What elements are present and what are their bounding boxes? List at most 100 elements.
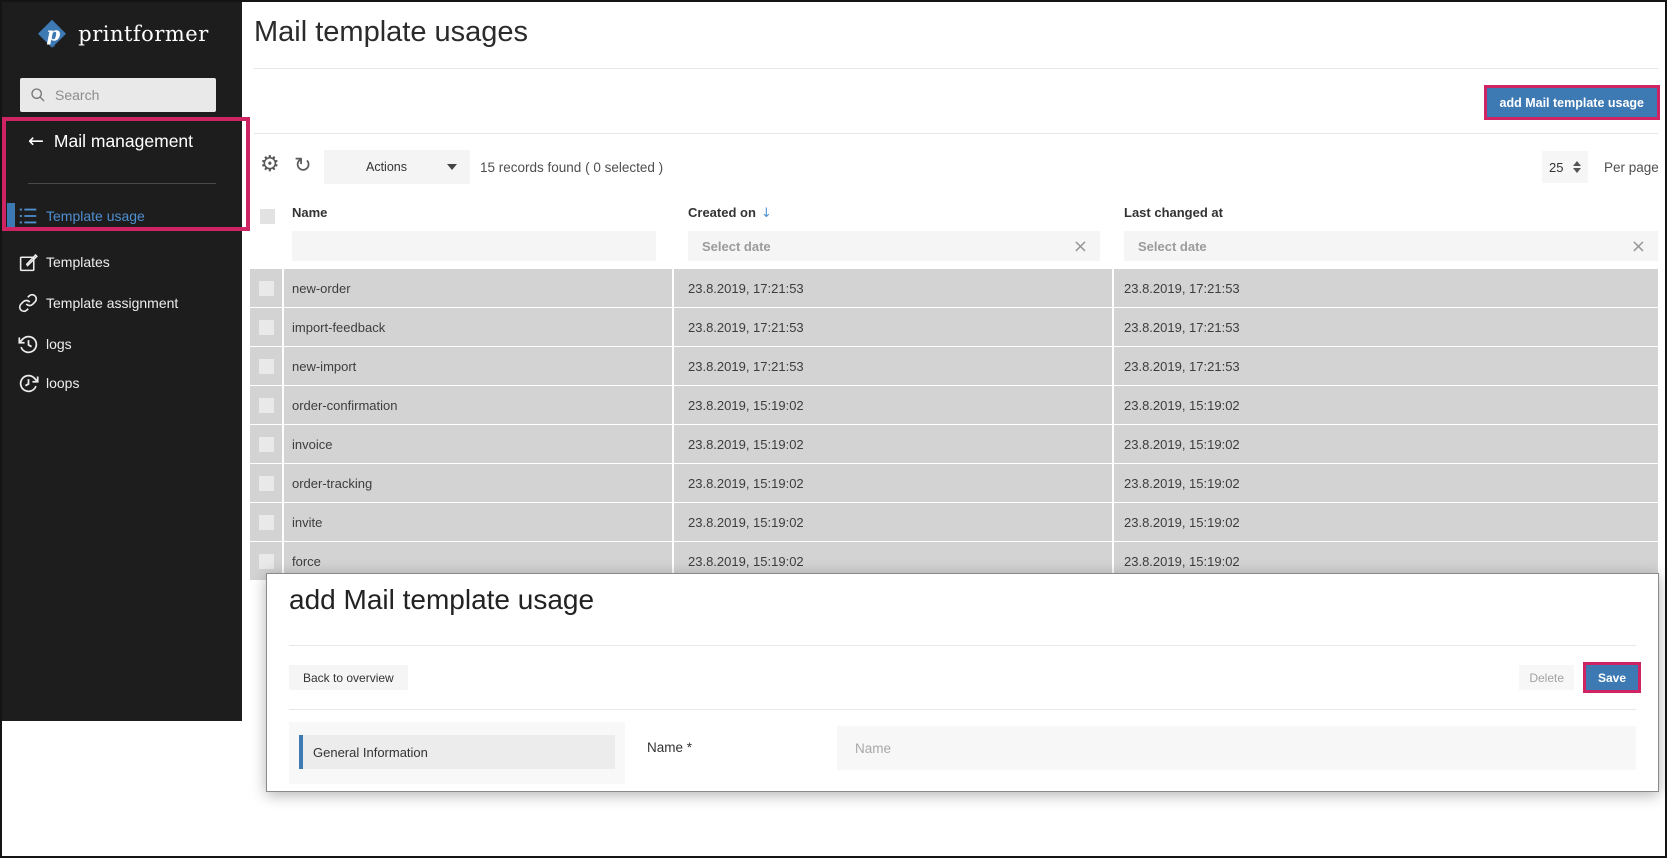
sidebar-item-template-usage[interactable]: Template usage <box>16 203 145 229</box>
sidebar-item-templates[interactable]: Templates <box>16 249 110 275</box>
clock-refresh-icon <box>16 371 40 395</box>
row-checkbox[interactable] <box>259 359 274 374</box>
chevron-down-icon <box>447 164 457 170</box>
row-checkbox[interactable] <box>259 554 274 569</box>
row-checkbox[interactable] <box>259 476 274 491</box>
page-title: Mail template usages <box>254 16 528 49</box>
row-created-on: 23.8.2019, 15:19:02 <box>674 464 1114 502</box>
history-clock-icon <box>16 332 40 356</box>
row-name: invoice <box>284 425 674 463</box>
gear-icon[interactable]: ⚙ <box>260 152 280 177</box>
search-icon <box>30 87 46 103</box>
per-page-select[interactable]: 25 <box>1542 151 1588 183</box>
brand-logo[interactable]: p printformer <box>2 16 242 52</box>
row-last-changed: 23.8.2019, 15:19:02 <box>1114 464 1658 502</box>
actions-dropdown[interactable]: Actions <box>324 150 470 184</box>
row-name: order-tracking <box>284 464 674 502</box>
sidebar: p printformer ← Mail management Template… <box>2 2 242 721</box>
column-header-created-on[interactable]: Created on↓ <box>674 205 1114 227</box>
add-mail-template-usage-dialog: add Mail template usage Back to overview… <box>266 573 1659 792</box>
row-checkbox[interactable] <box>259 515 274 530</box>
add-mail-template-usage-button[interactable]: add Mail template usage <box>1487 88 1657 117</box>
delete-button[interactable]: Delete <box>1519 665 1574 690</box>
divider <box>254 68 1658 69</box>
sidebar-item-label: loops <box>46 375 79 391</box>
list-icon <box>16 204 40 228</box>
per-page-label: Per page <box>1604 160 1659 175</box>
printformer-logo-icon: p <box>35 16 69 52</box>
name-filter-input[interactable] <box>292 231 656 261</box>
stepper-arrows-icon <box>1573 161 1581 173</box>
row-created-on: 23.8.2019, 17:21:53 <box>674 347 1114 385</box>
date-filter-placeholder: Select date <box>1138 239 1207 254</box>
dialog-title: add Mail template usage <box>289 584 594 616</box>
table-row[interactable]: import-feedback23.8.2019, 17:21:5323.8.2… <box>250 308 1658 346</box>
clear-filter-icon[interactable]: × <box>1631 236 1646 257</box>
table-body: new-order23.8.2019, 17:21:5323.8.2019, 1… <box>250 269 1658 580</box>
row-name: new-import <box>284 347 674 385</box>
back-to-overview-button[interactable]: Back to overview <box>289 665 408 690</box>
row-checkbox[interactable] <box>259 398 274 413</box>
row-name: new-order <box>284 269 674 307</box>
row-checkbox[interactable] <box>259 320 274 335</box>
row-name: invite <box>284 503 674 541</box>
divider <box>289 709 1636 710</box>
row-last-changed: 23.8.2019, 15:19:02 <box>1114 503 1658 541</box>
row-checkbox[interactable] <box>259 437 274 452</box>
table-row[interactable]: new-order23.8.2019, 17:21:5323.8.2019, 1… <box>250 269 1658 307</box>
sidebar-search[interactable] <box>20 78 216 112</box>
save-button[interactable]: Save <box>1586 665 1638 690</box>
row-created-on: 23.8.2019, 15:19:02 <box>674 386 1114 424</box>
row-last-changed: 23.8.2019, 17:21:53 <box>1114 347 1658 385</box>
divider <box>254 133 1658 134</box>
app-window: p printformer ← Mail management Template… <box>0 0 1667 858</box>
sidebar-item-template-assignment[interactable]: Template assignment <box>16 290 178 316</box>
name-field-input[interactable] <box>837 726 1636 770</box>
row-name: import-feedback <box>284 308 674 346</box>
sidebar-divider <box>28 183 216 184</box>
row-created-on: 23.8.2019, 15:19:02 <box>674 503 1114 541</box>
records-count-text: 15 records found ( 0 selected ) <box>480 160 663 175</box>
section-title: Mail management <box>54 131 193 152</box>
table-row[interactable]: new-import23.8.2019, 17:21:5323.8.2019, … <box>250 347 1658 385</box>
brand-name: printformer <box>78 22 209 46</box>
actions-dropdown-label: Actions <box>366 160 407 174</box>
table-header-row: Name Created on↓ Last changed at <box>250 198 1658 227</box>
search-input[interactable] <box>55 87 195 103</box>
back-arrow-icon[interactable]: ← <box>28 130 44 152</box>
templates-table: Name Created on↓ Last changed at Select … <box>250 198 1658 581</box>
table-row[interactable]: invite23.8.2019, 15:19:0223.8.2019, 15:1… <box>250 503 1658 541</box>
row-last-changed: 23.8.2019, 15:19:02 <box>1114 386 1658 424</box>
row-created-on: 23.8.2019, 15:19:02 <box>674 425 1114 463</box>
row-name: order-confirmation <box>284 386 674 424</box>
dialog-section-nav: General Information <box>289 722 625 784</box>
sidebar-item-label: Template usage <box>46 208 145 224</box>
column-header-last-changed[interactable]: Last changed at <box>1114 205 1658 227</box>
date-filter-placeholder: Select date <box>702 239 771 254</box>
row-checkbox[interactable] <box>259 281 274 296</box>
sidebar-section-header[interactable]: ← Mail management <box>28 130 193 152</box>
table-row[interactable]: order-confirmation23.8.2019, 15:19:0223.… <box>250 386 1658 424</box>
sort-desc-icon[interactable]: ↓ <box>761 206 772 221</box>
column-header-name[interactable]: Name <box>284 205 674 227</box>
refresh-icon[interactable]: ↻ <box>294 153 312 177</box>
sidebar-item-label: Templates <box>46 254 110 270</box>
select-all-checkbox[interactable] <box>260 209 275 224</box>
svg-text:p: p <box>47 22 61 46</box>
divider <box>289 645 1636 646</box>
table-row[interactable]: order-tracking23.8.2019, 15:19:0223.8.20… <box>250 464 1658 502</box>
created-on-date-filter[interactable]: Select date × <box>688 231 1100 261</box>
row-created-on: 23.8.2019, 17:21:53 <box>674 269 1114 307</box>
section-general-information[interactable]: General Information <box>299 735 615 769</box>
table-row[interactable]: invoice23.8.2019, 15:19:0223.8.2019, 15:… <box>250 425 1658 463</box>
last-changed-date-filter[interactable]: Select date × <box>1124 231 1658 261</box>
sidebar-item-label: Template assignment <box>46 295 178 311</box>
row-last-changed: 23.8.2019, 17:21:53 <box>1114 308 1658 346</box>
name-field-label: Name * <box>647 740 692 755</box>
sidebar-item-logs[interactable]: logs <box>16 331 72 357</box>
sidebar-item-loops[interactable]: loops <box>16 370 79 396</box>
link-icon <box>16 291 40 315</box>
clear-filter-icon[interactable]: × <box>1073 236 1088 257</box>
row-created-on: 23.8.2019, 17:21:53 <box>674 308 1114 346</box>
per-page-value: 25 <box>1549 160 1563 175</box>
